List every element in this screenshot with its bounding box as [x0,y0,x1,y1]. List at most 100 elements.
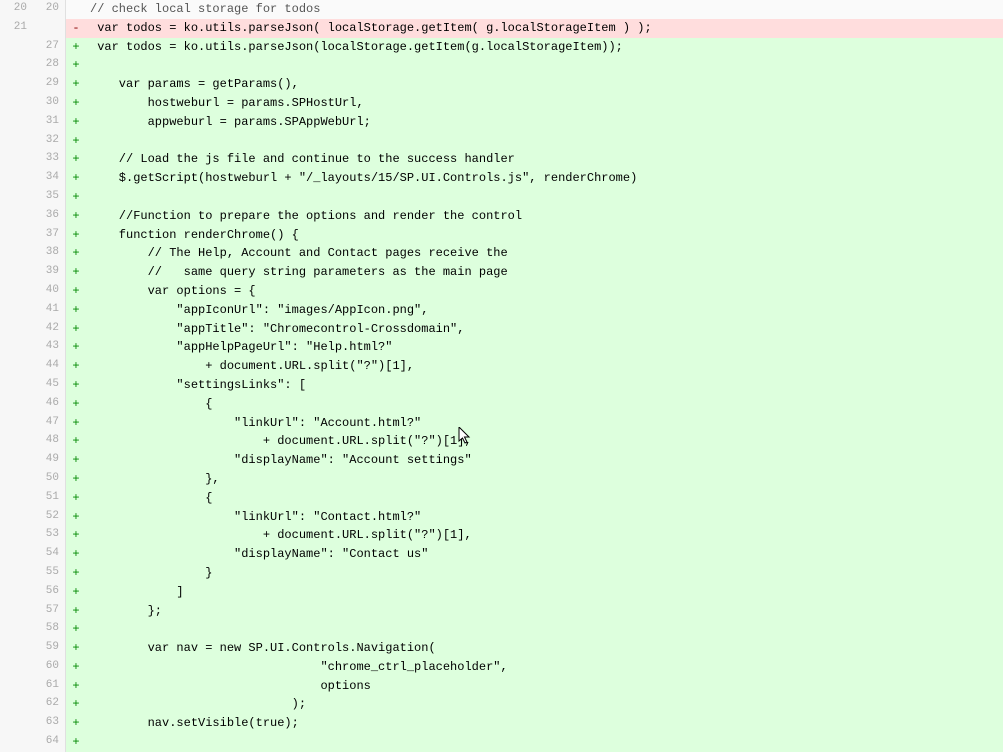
code-line[interactable]: var todos = ko.utils.parseJson( localSto… [86,19,1003,38]
diff-line[interactable]: 53+ + document.URL.split("?")[1], [0,526,1003,545]
diff-line[interactable]: 59+ var nav = new SP.UI.Controls.Navigat… [0,639,1003,658]
line-number-right: 34 [33,169,66,188]
diff-line[interactable]: 28+ [0,56,1003,75]
diff-line[interactable]: 38+ // The Help, Account and Contact pag… [0,244,1003,263]
diff-line[interactable]: 60+ "chrome_ctrl_placeholder", [0,658,1003,677]
line-number-left: 21 [0,19,33,38]
diff-line[interactable]: 27+ var todos = ko.utils.parseJson(local… [0,38,1003,57]
diff-line[interactable]: 55+ } [0,564,1003,583]
diff-line[interactable]: 63+ nav.setVisible(true); [0,714,1003,733]
line-number-left [0,451,33,470]
code-line[interactable]: // Load the js file and continue to the … [86,150,1003,169]
line-number-left [0,94,33,113]
diff-line[interactable]: 52+ "linkUrl": "Contact.html?" [0,508,1003,527]
diff-line[interactable]: 51+ { [0,489,1003,508]
diff-line[interactable]: 62+ ); [0,695,1003,714]
diff-line[interactable]: 43+ "appHelpPageUrl": "Help.html?" [0,338,1003,357]
code-line[interactable]: $.getScript(hostweburl + "/_layouts/15/S… [86,169,1003,188]
code-line[interactable] [86,132,1003,151]
line-number-right: 28 [33,56,66,75]
diff-line[interactable]: 21- var todos = ko.utils.parseJson( loca… [0,19,1003,38]
code-line[interactable]: function renderChrome() { [86,226,1003,245]
code-line[interactable]: + document.URL.split("?")[1], [86,526,1003,545]
diff-line[interactable]: 61+ options [0,677,1003,696]
code-line[interactable]: var todos = ko.utils.parseJson(localStor… [86,38,1003,57]
code-line[interactable] [86,188,1003,207]
diff-line[interactable]: 31+ appweburl = params.SPAppWebUrl; [0,113,1003,132]
code-line[interactable]: }, [86,470,1003,489]
diff-line[interactable]: 33+ // Load the js file and continue to … [0,150,1003,169]
code-line[interactable]: // check local storage for todos [86,0,1003,19]
diff-line[interactable]: 42+ "appTitle": "Chromecontrol-Crossdoma… [0,320,1003,339]
diff-line[interactable]: 34+ $.getScript(hostweburl + "/_layouts/… [0,169,1003,188]
code-line[interactable]: hostweburl = params.SPHostUrl, [86,94,1003,113]
code-line[interactable]: + document.URL.split("?")[1], [86,357,1003,376]
code-line[interactable]: "linkUrl": "Account.html?" [86,414,1003,433]
line-number-right: 55 [33,564,66,583]
line-number-right: 52 [33,508,66,527]
code-line[interactable]: appweburl = params.SPAppWebUrl; [86,113,1003,132]
code-line[interactable]: nav.setVisible(true); [86,714,1003,733]
diff-line[interactable]: 58+ [0,620,1003,639]
code-line[interactable] [86,56,1003,75]
code-line[interactable]: }; [86,602,1003,621]
code-line[interactable]: // The Help, Account and Contact pages r… [86,244,1003,263]
line-number-left [0,338,33,357]
line-number-right: 35 [33,188,66,207]
line-number-right [33,19,66,38]
diff-line[interactable]: 40+ var options = { [0,282,1003,301]
code-line[interactable]: "displayName": "Contact us" [86,545,1003,564]
code-line[interactable]: "displayName": "Account settings" [86,451,1003,470]
line-number-left [0,414,33,433]
code-line[interactable]: + document.URL.split("?")[1], [86,432,1003,451]
diff-line[interactable]: 64+ [0,733,1003,752]
diff-line[interactable]: 35+ [0,188,1003,207]
line-number-right: 37 [33,226,66,245]
diff-line[interactable]: 32+ [0,132,1003,151]
line-number-left [0,357,33,376]
code-line[interactable]: "linkUrl": "Contact.html?" [86,508,1003,527]
code-line[interactable]: } [86,564,1003,583]
diff-view[interactable]: 2020 // check local storage for todos21-… [0,0,1003,752]
code-line[interactable]: options [86,677,1003,696]
line-number-right: 45 [33,376,66,395]
code-line[interactable]: "settingsLinks": [ [86,376,1003,395]
diff-line[interactable]: 36+ //Function to prepare the options an… [0,207,1003,226]
code-line[interactable] [86,620,1003,639]
line-number-left [0,169,33,188]
code-line[interactable]: //Function to prepare the options and re… [86,207,1003,226]
diff-line[interactable]: 44+ + document.URL.split("?")[1], [0,357,1003,376]
diff-line[interactable]: 47+ "linkUrl": "Account.html?" [0,414,1003,433]
code-line[interactable]: ); [86,695,1003,714]
line-number-left [0,695,33,714]
diff-line[interactable]: 56+ ] [0,583,1003,602]
diff-line[interactable]: 39+ // same query string parameters as t… [0,263,1003,282]
diff-sign: + [66,583,86,602]
diff-line[interactable]: 50+ }, [0,470,1003,489]
line-number-left [0,489,33,508]
diff-line[interactable]: 54+ "displayName": "Contact us" [0,545,1003,564]
diff-line[interactable]: 48+ + document.URL.split("?")[1], [0,432,1003,451]
code-line[interactable]: var nav = new SP.UI.Controls.Navigation( [86,639,1003,658]
diff-line[interactable]: 46+ { [0,395,1003,414]
diff-line[interactable]: 45+ "settingsLinks": [ [0,376,1003,395]
diff-line[interactable]: 57+ }; [0,602,1003,621]
code-line[interactable] [86,733,1003,752]
diff-line[interactable]: 37+ function renderChrome() { [0,226,1003,245]
code-line[interactable]: var options = { [86,282,1003,301]
code-line[interactable]: "appIconUrl": "images/AppIcon.png", [86,301,1003,320]
line-number-right: 59 [33,639,66,658]
code-line[interactable]: { [86,489,1003,508]
diff-line[interactable]: 30+ hostweburl = params.SPHostUrl, [0,94,1003,113]
code-line[interactable]: { [86,395,1003,414]
code-line[interactable]: var params = getParams(), [86,75,1003,94]
code-line[interactable]: "appTitle": "Chromecontrol-Crossdomain", [86,320,1003,339]
diff-line[interactable]: 41+ "appIconUrl": "images/AppIcon.png", [0,301,1003,320]
diff-line[interactable]: 49+ "displayName": "Account settings" [0,451,1003,470]
code-line[interactable]: ] [86,583,1003,602]
code-line[interactable]: "chrome_ctrl_placeholder", [86,658,1003,677]
diff-line[interactable]: 2020 // check local storage for todos [0,0,1003,19]
code-line[interactable]: "appHelpPageUrl": "Help.html?" [86,338,1003,357]
code-line[interactable]: // same query string parameters as the m… [86,263,1003,282]
diff-line[interactable]: 29+ var params = getParams(), [0,75,1003,94]
